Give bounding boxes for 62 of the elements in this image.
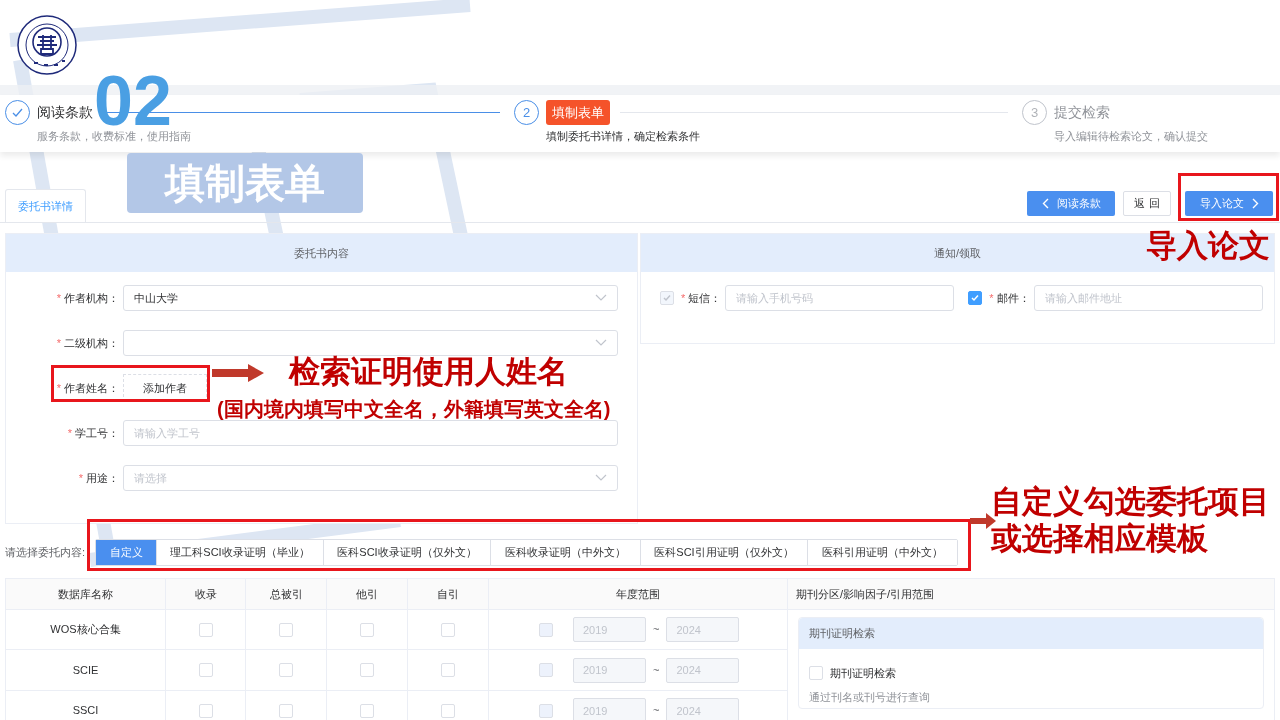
annotation-text: 导入论文 (1146, 230, 1270, 261)
field-label: 用途： (86, 470, 119, 486)
column-header: 期刊分区/影响因子/引用范围 (788, 579, 1275, 610)
field-label: 作者机构： (64, 290, 119, 306)
required-mark: * (989, 290, 994, 306)
field-label: 短信： (688, 290, 722, 306)
column-header: 自引 (408, 579, 489, 610)
required-mark: * (56, 380, 61, 396)
templates-label: 请选择委托内容: (5, 544, 87, 560)
chevron-down-icon (595, 339, 607, 347)
annotation-text: 自定义勾选委托项目 (991, 486, 1270, 517)
chevron-left-icon (1041, 198, 1049, 209)
step-title: 填制表单 (546, 100, 610, 125)
required-mark: * (681, 290, 686, 306)
check-icon (11, 106, 24, 119)
column-header: 收录 (166, 579, 246, 610)
range-separator: ~ (653, 662, 660, 678)
back-button[interactable]: 阅读条款 (1027, 191, 1115, 216)
check-icon (970, 293, 981, 303)
checkbox[interactable] (968, 291, 983, 305)
field-label: 作者姓名： (64, 380, 119, 396)
panel-header: 委托书内容 (6, 234, 637, 272)
step-title: 提交检索 (1054, 103, 1110, 122)
arrow-icon (212, 364, 264, 382)
chevron-right-icon (1251, 198, 1259, 209)
import-button[interactable]: 导入论文 (1185, 191, 1273, 216)
card-header: 期刊证明检索 (799, 618, 1263, 649)
table-cell: SSCI (6, 691, 166, 720)
range-separator: ~ (653, 622, 660, 638)
required-mark: * (78, 470, 83, 486)
column-header: 数据库名称 (6, 579, 166, 610)
column-header: 总被引 (246, 579, 327, 610)
field-label: 学工号： (75, 425, 119, 441)
step-title: 阅读条款 (37, 103, 93, 122)
return-button[interactable]: 返 回 (1123, 191, 1171, 216)
section-banner: 填制表单 (127, 153, 363, 213)
template-option[interactable]: 医科引用证明（中外文） (807, 539, 957, 565)
template-option[interactable]: 自定义 (96, 539, 156, 565)
annotation-text: 或选择相应模板 (991, 523, 1208, 554)
checkbox-label: 期刊证明检索 (830, 666, 896, 681)
card-hint: 通过刊名或刊号进行查询 (808, 689, 931, 705)
table-cell: WOS核心合集 (6, 610, 166, 650)
field-label: 邮件： (996, 290, 1030, 306)
step-subtitle: 填制委托书详情，确定检索条件 (546, 129, 701, 144)
annotation-text: 检索证明使用人姓名 (289, 356, 568, 387)
step-subtitle: 导入编辑待检索论文，确认提交 (1054, 129, 1209, 144)
range-separator: ~ (653, 703, 660, 719)
chevron-down-icon (595, 294, 607, 302)
check-icon (662, 293, 672, 303)
dropdown-field[interactable] (123, 330, 618, 356)
table-cell: SCIE (6, 650, 166, 691)
required-mark: * (56, 290, 61, 306)
chevron-down-icon (595, 474, 607, 482)
field-label: 二级机构： (64, 335, 119, 351)
seal-logo (17, 15, 77, 75)
required-mark: * (67, 425, 72, 441)
annotation-text: (国内境内填写中文全名，外籍填写英文全名) (217, 399, 611, 419)
column-header: 年度范围 (489, 579, 788, 610)
tab[interactable]: 委托书详情 (5, 189, 86, 222)
dropdown-field[interactable]: 中山大学 (123, 285, 618, 311)
column-header: 他引 (327, 579, 408, 610)
required-mark: * (56, 335, 61, 351)
